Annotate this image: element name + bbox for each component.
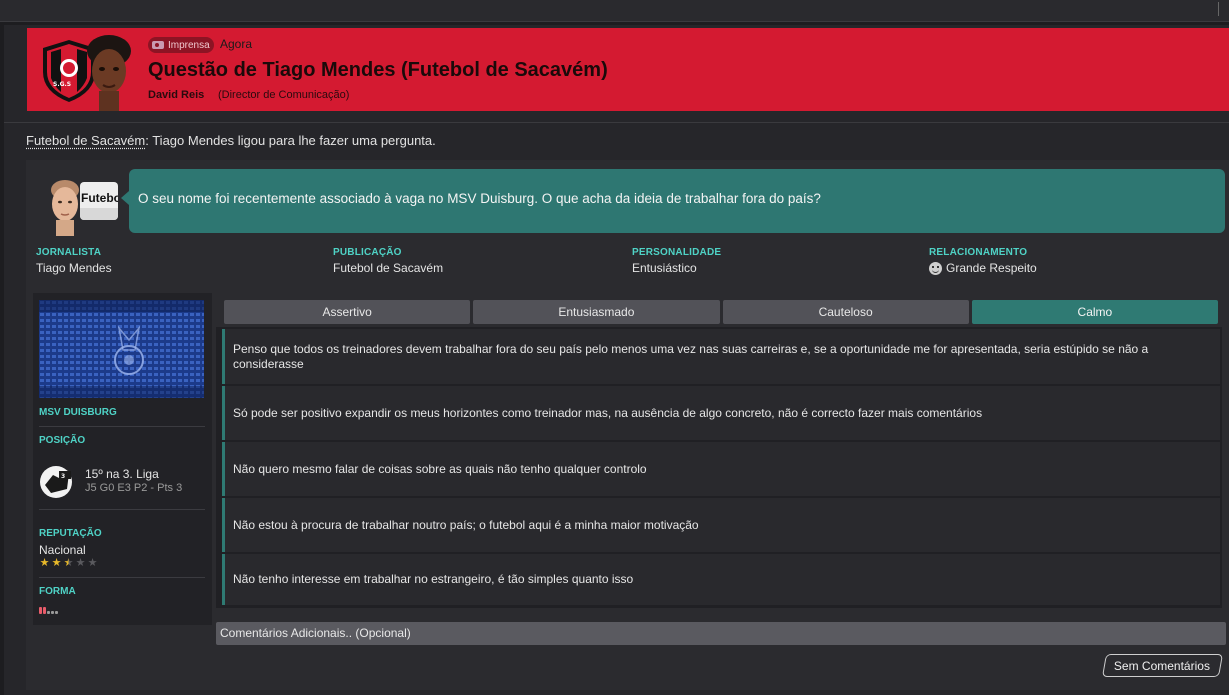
meta-publicacao: PUBLICAÇÃO Futebol de Sacavém <box>333 247 443 275</box>
meta-relacionamento: RELACIONAMENTO Grande Respeito <box>929 247 1037 275</box>
journalist-portrait <box>51 180 79 236</box>
badge-label: Imprensa <box>168 39 210 51</box>
journalist-avatar[interactable]: Futebol <box>46 178 118 236</box>
publication-name[interactable]: Futebol de Sacavém <box>333 261 443 275</box>
svg-text:S.G.S: S.G.S <box>53 81 71 88</box>
answer-option[interactable]: Não quero mesmo falar de coisas sobre as… <box>222 442 1220 496</box>
publication-logo: Futebol <box>80 182 118 220</box>
smiley-icon <box>929 261 942 275</box>
league-position[interactable]: 15º na 3. Liga <box>85 467 159 481</box>
message-time: Agora <box>220 37 253 51</box>
intro-text: Futebol de Sacavém: Tiago Mendes ligou p… <box>26 133 436 148</box>
author-role: (Director de Comunicação) <box>218 89 350 101</box>
no-comments-label: Sem Comentários <box>1114 658 1211 673</box>
relationship-value: Grande Respeito <box>929 261 1037 275</box>
additional-comments-input[interactable]: Comentários Adicionais.. (Opcional) <box>216 622 1226 645</box>
meta-label: JORNALISTA <box>36 247 102 258</box>
divider <box>4 122 1229 123</box>
league-record: J5 G0 E3 P2 - Pts 3 <box>85 482 183 494</box>
tab-calmo[interactable]: Calmo <box>971 300 1218 324</box>
meta-jornalista: JORNALISTA Tiago Mendes <box>36 247 112 275</box>
director-portrait <box>87 35 131 111</box>
press-icon <box>152 41 164 49</box>
no-comments-button[interactable]: Sem Comentários <box>1101 654 1224 677</box>
svg-text:3: 3 <box>61 473 65 480</box>
star-icon: ★ <box>75 557 86 569</box>
star-icon: ★ <box>87 557 98 569</box>
league-logo-icon: 3 <box>40 466 72 498</box>
club-link[interactable]: Futebol de Sacavém <box>26 133 145 148</box>
meta-personalidade: PERSONALIDADE Entusiástico <box>632 247 721 275</box>
publication-logo-text: Futebol <box>81 191 118 205</box>
answer-option[interactable]: Não estou à procura de trabalhar noutro … <box>222 498 1220 552</box>
author-name[interactable]: David Reis <box>148 89 204 101</box>
press-badge: Imprensa <box>148 37 214 53</box>
meta-label: PUBLICAÇÃO <box>333 247 402 258</box>
intro-sentence: : Tiago Mendes ligou para lhe fazer uma … <box>145 133 436 148</box>
meta-label: PERSONALIDADE <box>632 247 722 258</box>
reputation-stars: ★ ★ ★ ★ ★ <box>39 558 98 569</box>
journalist-name[interactable]: Tiago Mendes <box>36 261 112 275</box>
position-label: POSIÇÃO <box>39 435 86 446</box>
question-bubble: O seu nome foi recentemente associado à … <box>121 169 1225 233</box>
relationship-text: Grande Respeito <box>946 261 1037 275</box>
form-indicator <box>39 607 58 614</box>
answer-option[interactable]: Não tenho interesse em trabalhar no estr… <box>222 554 1220 605</box>
tab-cauteloso[interactable]: Cauteloso <box>722 300 969 324</box>
reputation-label: REPUTAÇÃO <box>39 528 102 539</box>
half-star-icon: ★ <box>63 557 74 569</box>
club-name[interactable]: MSV DUISBURG <box>39 407 117 418</box>
reputation-value: Nacional <box>39 543 86 557</box>
star-icon: ★ <box>39 557 50 569</box>
top-strip <box>0 0 1229 22</box>
message-header: S.G.S Imprensa Agora Questão de Tiago Me… <box>27 28 1229 111</box>
tab-entusiasmado[interactable]: Entusiasmado <box>473 300 720 324</box>
club-stadium-image <box>39 300 204 398</box>
scroll-indicator <box>1218 2 1219 16</box>
answer-option[interactable]: Penso que todos os treinadores devem tra… <box>222 329 1220 384</box>
club-sidebar: MSV DUISBURG POSIÇÃO 3 15º na 3. Liga J5… <box>33 293 212 625</box>
tab-assertivo[interactable]: Assertivo <box>224 300 471 324</box>
personality-value: Entusiástico <box>632 261 697 275</box>
star-icon: ★ <box>51 557 62 569</box>
form-label: FORMA <box>39 586 76 597</box>
page-title: Questão de Tiago Mendes (Futebol de Saca… <box>148 59 608 81</box>
meta-label: RELACIONAMENTO <box>929 247 1028 258</box>
answer-option[interactable]: Só pode ser positivo expandir os meus ho… <box>222 386 1220 440</box>
tone-tabs: Assertivo Entusiasmado Cauteloso Calmo <box>224 300 1218 324</box>
